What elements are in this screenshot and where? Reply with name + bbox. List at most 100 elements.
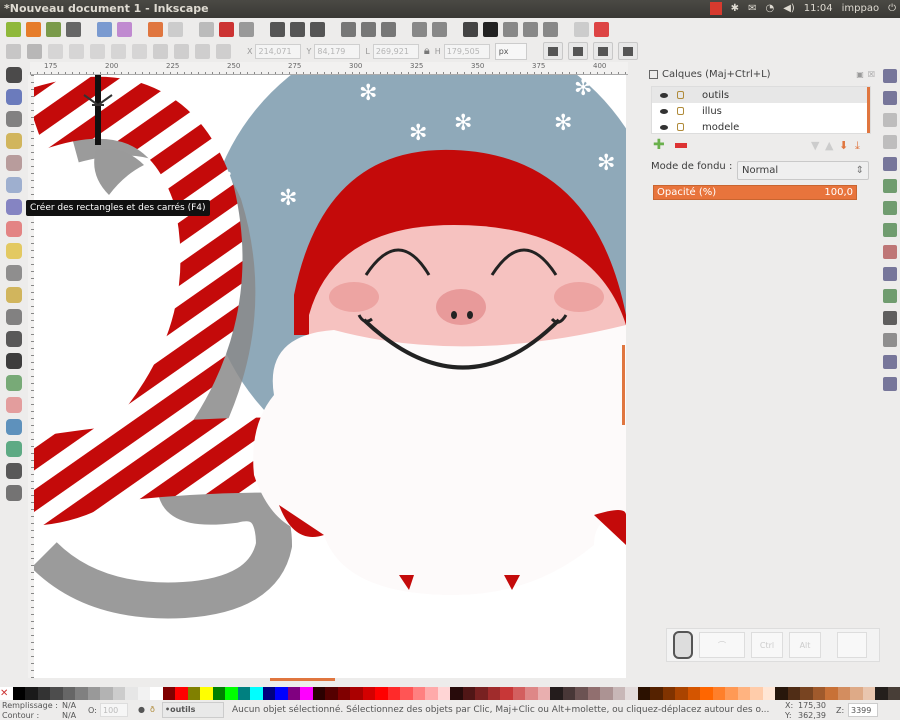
remove-layer-icon[interactable] bbox=[675, 143, 687, 148]
lock-icon[interactable] bbox=[677, 123, 684, 131]
color-swatch[interactable] bbox=[300, 687, 313, 700]
color-swatch[interactable] bbox=[250, 687, 263, 700]
zoom-tool-icon[interactable] bbox=[5, 133, 22, 149]
color-swatch[interactable] bbox=[37, 687, 50, 700]
layer-lower-icon[interactable]: ⬇ bbox=[839, 139, 848, 152]
color-swatch[interactable] bbox=[12, 687, 25, 700]
deselect-icon[interactable] bbox=[48, 43, 63, 59]
paste-icon[interactable] bbox=[239, 21, 254, 37]
lock-icon[interactable] bbox=[677, 107, 684, 115]
color-swatch[interactable] bbox=[875, 687, 888, 700]
ungroup-icon[interactable] bbox=[432, 21, 447, 37]
color-swatch[interactable] bbox=[425, 687, 438, 700]
rotate-cw-icon[interactable] bbox=[90, 43, 105, 59]
snap-center-icon[interactable] bbox=[883, 267, 897, 281]
xml-editor-icon[interactable] bbox=[543, 21, 558, 37]
color-swatch[interactable] bbox=[487, 687, 500, 700]
color-swatch[interactable] bbox=[450, 687, 463, 700]
text-tool-icon[interactable] bbox=[5, 353, 22, 369]
rotate-ccw-icon[interactable] bbox=[69, 43, 84, 59]
color-swatch[interactable] bbox=[387, 687, 400, 700]
color-swatch[interactable] bbox=[525, 687, 538, 700]
color-swatch[interactable] bbox=[350, 687, 363, 700]
stroke-value[interactable]: N/A bbox=[62, 711, 76, 720]
color-swatch[interactable] bbox=[625, 687, 638, 700]
color-swatch[interactable] bbox=[650, 687, 663, 700]
color-swatch[interactable] bbox=[725, 687, 738, 700]
zoom-page-icon[interactable] bbox=[310, 21, 325, 37]
print-icon[interactable] bbox=[66, 21, 81, 37]
group-icon[interactable] bbox=[412, 21, 427, 37]
color-swatch[interactable] bbox=[87, 687, 100, 700]
power-icon[interactable]: ⏻ bbox=[888, 3, 896, 14]
snap-grid-icon[interactable] bbox=[883, 355, 897, 369]
unlink-clone-icon[interactable] bbox=[381, 21, 396, 37]
color-swatch[interactable] bbox=[100, 687, 113, 700]
layer-bottom-icon[interactable]: ⤓ bbox=[855, 139, 860, 153]
raise-icon[interactable] bbox=[195, 43, 210, 59]
color-swatch[interactable] bbox=[200, 687, 213, 700]
eraser-tool-icon[interactable] bbox=[5, 397, 22, 413]
opacity-field[interactable]: 100 bbox=[100, 703, 128, 717]
color-swatch[interactable] bbox=[337, 687, 350, 700]
color-swatch[interactable] bbox=[687, 687, 700, 700]
color-swatch[interactable] bbox=[750, 687, 763, 700]
document-properties-icon[interactable] bbox=[594, 21, 609, 37]
color-swatch[interactable] bbox=[362, 687, 375, 700]
transform-patterns-button[interactable] bbox=[617, 42, 638, 60]
lower-icon[interactable] bbox=[174, 43, 189, 59]
color-swatch[interactable] bbox=[162, 687, 175, 700]
vertical-scrollbar[interactable] bbox=[622, 345, 625, 425]
user-name[interactable]: imppao bbox=[842, 3, 879, 14]
flip-v-icon[interactable] bbox=[132, 43, 147, 59]
color-swatch[interactable] bbox=[887, 687, 900, 700]
color-swatch[interactable] bbox=[287, 687, 300, 700]
snap-rotation-icon[interactable] bbox=[883, 289, 897, 303]
color-swatch[interactable] bbox=[712, 687, 725, 700]
color-swatch[interactable] bbox=[512, 687, 525, 700]
color-swatch[interactable] bbox=[700, 687, 713, 700]
indicator-icon[interactable] bbox=[709, 2, 722, 15]
mail-icon[interactable]: ✉ bbox=[748, 3, 756, 14]
blend-mode-select[interactable]: Normal ⇕ bbox=[737, 161, 869, 180]
layer-row-illus[interactable]: illus bbox=[652, 103, 870, 119]
layers-scrollbar[interactable] bbox=[867, 87, 870, 133]
color-swatch[interactable] bbox=[412, 687, 425, 700]
height-field[interactable]: H 179,505 bbox=[435, 43, 490, 59]
color-swatch[interactable] bbox=[562, 687, 575, 700]
ellipse-tool-icon[interactable] bbox=[5, 221, 22, 237]
add-layer-icon[interactable]: ✚ bbox=[653, 137, 665, 153]
snap-guide-icon[interactable] bbox=[883, 377, 897, 391]
snap-text-icon[interactable] bbox=[883, 311, 897, 325]
panel-iconify-icon[interactable]: ▣ bbox=[856, 70, 864, 79]
color-swatch[interactable] bbox=[437, 687, 450, 700]
color-swatch[interactable] bbox=[600, 687, 613, 700]
pencil-tool-icon[interactable] bbox=[5, 287, 22, 303]
network-icon[interactable]: ◔ bbox=[765, 3, 774, 14]
color-swatch[interactable] bbox=[550, 687, 563, 700]
current-layer-select[interactable]: •outils bbox=[162, 702, 224, 718]
color-swatch[interactable] bbox=[737, 687, 750, 700]
snap-page-icon[interactable] bbox=[883, 333, 897, 347]
color-swatch[interactable] bbox=[237, 687, 250, 700]
color-swatch[interactable] bbox=[762, 687, 775, 700]
select-all-icon[interactable] bbox=[6, 43, 21, 59]
snap-smooth-icon[interactable] bbox=[883, 223, 897, 237]
tweak-tool-icon[interactable] bbox=[5, 111, 22, 127]
color-swatch[interactable] bbox=[112, 687, 125, 700]
color-swatch[interactable] bbox=[800, 687, 813, 700]
color-swatch[interactable] bbox=[312, 687, 325, 700]
gradient-tool-icon[interactable] bbox=[5, 441, 22, 457]
snap-nodes-icon[interactable] bbox=[883, 157, 897, 171]
paint-bucket-tool-icon[interactable] bbox=[5, 419, 22, 435]
color-palette[interactable]: ✕ bbox=[0, 687, 900, 700]
horizontal-ruler[interactable]: 175 200 225 250 275 300 325 350 375 400 bbox=[30, 62, 628, 75]
duplicate-icon[interactable] bbox=[341, 21, 356, 37]
color-swatch[interactable] bbox=[862, 687, 875, 700]
export-icon[interactable] bbox=[117, 21, 132, 37]
snap-toggle-icon[interactable] bbox=[883, 69, 897, 83]
node-tool-icon[interactable] bbox=[5, 89, 22, 105]
flip-h-icon[interactable] bbox=[111, 43, 126, 59]
clone-icon[interactable] bbox=[361, 21, 376, 37]
dropper-tool-icon[interactable] bbox=[5, 463, 22, 479]
